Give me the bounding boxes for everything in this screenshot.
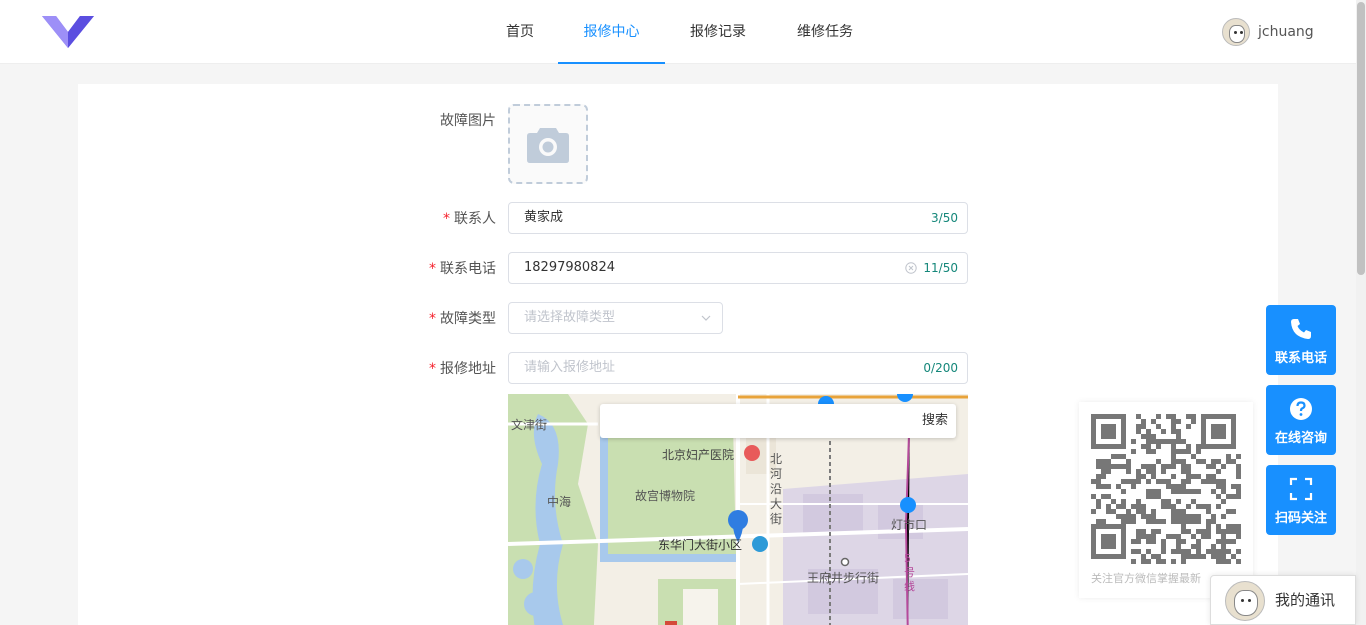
- phone-input[interactable]: 18297980824 11/50: [508, 252, 968, 284]
- question-icon: [1290, 398, 1312, 420]
- map-label-line5: 5号线: [904, 552, 915, 593]
- phone-icon: [1291, 319, 1311, 339]
- map-label-hospital: 北京妇产医院: [662, 448, 735, 462]
- user-avatar[interactable]: [1222, 18, 1250, 46]
- qr-panel: 关注官方微信掌握最新: [1079, 402, 1253, 598]
- my-chat-widget[interactable]: 我的通讯: [1210, 575, 1356, 625]
- online-consult-button[interactable]: 在线咨询: [1266, 385, 1336, 455]
- address-label: * 报修地址: [429, 361, 496, 377]
- scrollbar-thumb[interactable]: [1357, 2, 1365, 275]
- contact-phone-button[interactable]: 联系电话: [1266, 305, 1336, 375]
- scan-icon: [1289, 477, 1313, 501]
- map-label-zhonghai: 中海: [547, 495, 572, 509]
- clear-icon[interactable]: [905, 262, 917, 274]
- user-menu[interactable]: jchuang: [1222, 17, 1314, 47]
- main-nav: 首页 报修中心 报修记录 维修任务: [0, 0, 1356, 64]
- online-consult-label: 在线咨询: [1274, 431, 1327, 446]
- map-label-wangfujing: 王府井步行街: [807, 571, 880, 585]
- map-label-beiheyan: 北河沿大街: [770, 452, 783, 526]
- fault-image-label: 故障图片: [440, 113, 496, 129]
- address-input[interactable]: 请输入报修地址 0/200: [508, 352, 968, 384]
- map-label-dengshikou: 灯市口: [891, 518, 928, 532]
- address-placeholder: 请输入报修地址: [524, 360, 616, 375]
- image-upload[interactable]: [508, 104, 588, 184]
- camera-icon: [527, 128, 569, 163]
- nav-home[interactable]: 首页: [494, 0, 546, 64]
- qr-code-image: [1091, 414, 1241, 564]
- fault-type-placeholder: 请选择故障类型: [524, 310, 616, 325]
- chat-label: 我的通讯: [1275, 591, 1336, 609]
- phone-counter: 11/50: [923, 261, 958, 275]
- scan-follow-button[interactable]: 扫码关注: [1266, 465, 1336, 535]
- contact-value[interactable]: 黄家成: [524, 203, 563, 233]
- phone-value[interactable]: 18297980824: [524, 253, 615, 283]
- contact-counter: 3/50: [931, 211, 958, 225]
- map-search-button[interactable]: 搜索: [922, 404, 948, 438]
- address-counter: 0/200: [923, 361, 958, 375]
- phone-label: * 联系电话: [429, 261, 496, 277]
- chevron-down-icon: [701, 315, 711, 321]
- address-map[interactable]: 搜索 文津街 北京妇产医院 中海 故宫博物院 北河沿大街 灯市口 东华门大街小区…: [508, 394, 968, 625]
- scan-follow-label: 扫码关注: [1274, 511, 1327, 526]
- map-label-museum: 故宫博物院: [635, 489, 696, 503]
- contact-label: * 联系人: [443, 211, 496, 227]
- contact-input[interactable]: 黄家成 3/50: [508, 202, 968, 234]
- qr-caption: 关注官方微信掌握最新: [1091, 572, 1201, 585]
- map-search-box[interactable]: 搜索: [600, 404, 956, 438]
- fault-type-select[interactable]: 请选择故障类型: [508, 302, 723, 334]
- nav-repair-tasks[interactable]: 维修任务: [786, 0, 864, 64]
- map-label-wenjinjie: 文津街: [511, 418, 548, 432]
- fault-type-label: * 故障类型: [429, 311, 496, 327]
- top-header: 首页 报修中心 报修记录 维修任务 jchuang: [0, 0, 1356, 64]
- chat-avatar: [1225, 581, 1265, 621]
- contact-phone-label: 联系电话: [1274, 351, 1327, 366]
- map-label-donghuamen: 东华门大街小区: [658, 538, 743, 552]
- username[interactable]: jchuang: [1258, 24, 1314, 40]
- nav-repair-records[interactable]: 报修记录: [680, 0, 756, 64]
- nav-repair-center[interactable]: 报修中心: [558, 0, 665, 64]
- page-scrollbar[interactable]: [1356, 0, 1366, 625]
